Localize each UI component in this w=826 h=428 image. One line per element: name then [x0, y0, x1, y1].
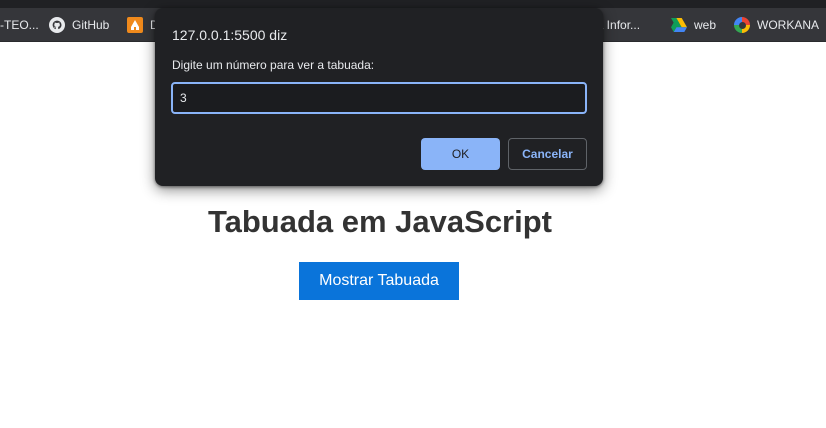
bookmark-workana[interactable]: WORKANA	[734, 8, 819, 42]
tab-strip	[0, 0, 826, 8]
page-title: Tabuada em JavaScript	[207, 204, 552, 239]
bookmark-label: WORKANA	[757, 18, 820, 32]
ok-button[interactable]: OK	[421, 138, 500, 170]
bookmark-favicon-icon	[127, 17, 143, 33]
show-table-button[interactable]: Mostrar Tabuada	[299, 262, 459, 300]
bookmark-web[interactable]: web	[671, 8, 716, 42]
workana-icon	[734, 17, 750, 33]
bookmark-label: GitHub	[72, 18, 110, 32]
bookmark-teo[interactable]: -TEO...	[0, 8, 39, 42]
bookmark-d[interactable]: D	[127, 8, 159, 42]
github-icon	[49, 17, 65, 33]
prompt-input[interactable]	[171, 82, 587, 114]
bookmark-github[interactable]: GitHub	[49, 8, 109, 42]
browser-window: -TEO... GitHub da Infor... web WORKANA T…	[0, 0, 826, 428]
dialog-message: Digite um número para ver a tabuada:	[172, 58, 375, 72]
bookmark-label: web	[694, 18, 717, 32]
prompt-dialog: 127.0.0.1:5500 diz Digite um número para…	[155, 8, 603, 186]
dialog-origin: 127.0.0.1:5500 diz	[172, 27, 288, 43]
bookmark-label: -TEO...	[0, 18, 39, 32]
cancel-button[interactable]: Cancelar	[508, 138, 587, 170]
google-drive-icon	[671, 17, 687, 33]
